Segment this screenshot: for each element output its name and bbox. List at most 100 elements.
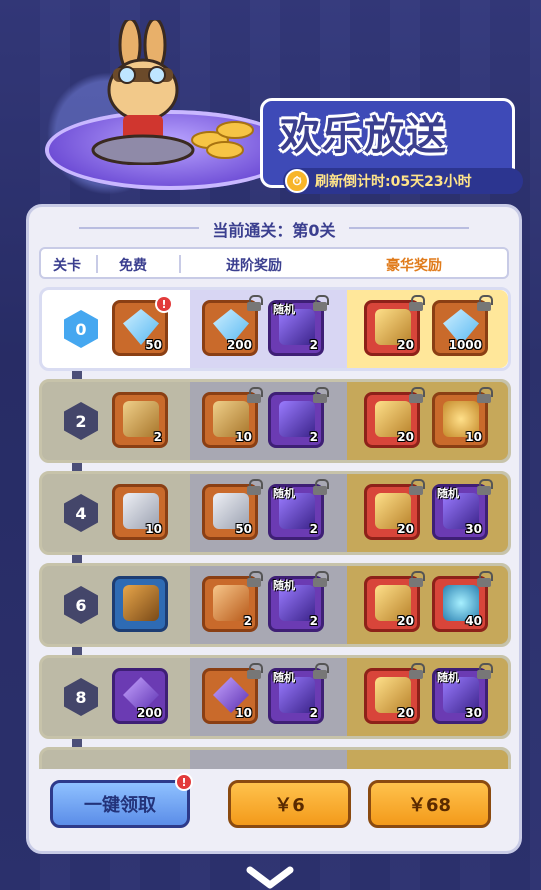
advanced-cell — [190, 750, 350, 769]
stage-badge: 4 — [64, 494, 98, 532]
event-title: 欢乐放送 — [280, 113, 448, 159]
lock-icon — [247, 387, 263, 403]
stage-badge: 6 — [64, 586, 98, 624]
luxury-reward-slot[interactable]: 40 — [432, 571, 493, 632]
lock-icon — [477, 295, 493, 311]
reward-count: 2 — [153, 430, 162, 444]
advanced-reward-slot[interactable]: 2 — [202, 571, 263, 632]
reward-count: 40 — [465, 614, 482, 628]
lock-icon — [409, 479, 425, 495]
advanced-reward-slot[interactable]: 随机 2 — [268, 479, 329, 540]
advanced-reward-slot[interactable]: 50 — [202, 479, 263, 540]
timer-value: 05天23小时 — [390, 174, 472, 190]
reward-count: 2 — [309, 430, 318, 444]
reward-count: 20 — [397, 614, 414, 628]
free-reward-slot[interactable]: 2 — [112, 392, 168, 448]
lock-icon — [313, 295, 329, 311]
random-tag: 随机 — [437, 671, 459, 684]
reward-count: 1000 — [448, 338, 482, 352]
free-reward-slot[interactable]: 10 — [112, 484, 168, 540]
luxury-reward-slot[interactable]: 20 — [364, 571, 425, 632]
reward-count: 10 — [235, 430, 252, 444]
reward-count: 200 — [226, 338, 252, 352]
reward-count: 20 — [397, 522, 414, 536]
luxury-reward-slot[interactable]: 20 — [364, 387, 425, 448]
advanced-reward-slot[interactable]: 10 — [202, 663, 263, 724]
stage-badge: 0 — [64, 310, 98, 348]
lock-icon — [409, 387, 425, 403]
luxury-reward-slot[interactable]: 20 — [364, 479, 425, 540]
advanced-reward-slot[interactable]: 10 — [202, 387, 263, 448]
luxury-reward-slot[interactable]: 20 — [364, 663, 425, 724]
random-tag: 随机 — [273, 303, 295, 316]
random-tag: 随机 — [273, 487, 295, 500]
lock-icon — [247, 479, 263, 495]
stage-badge: 8 — [64, 678, 98, 716]
luxury-reward-slot[interactable]: 10 — [432, 387, 493, 448]
reward-count: 2 — [243, 614, 252, 628]
reward-count: 20 — [397, 706, 414, 720]
random-tag: 随机 — [273, 671, 295, 684]
stage-badge: 2 — [64, 402, 98, 440]
luxury-reward-slot[interactable]: 1000 — [432, 295, 493, 356]
lock-icon — [313, 571, 329, 587]
stage-row: 8 200 10 随机 2 20 随机 30 — [39, 655, 511, 739]
col-luxury: 豪华奖励 — [386, 258, 442, 274]
chevron-down-icon[interactable] — [245, 865, 295, 890]
lock-icon — [477, 387, 493, 403]
reward-panel: 当前通关：第0关 关卡 免费 进阶奖励 豪华奖励 0 50 ! 200 随机 2… — [26, 204, 522, 854]
refresh-timer: ⏱ 刷新倒计时: 05天23小时 — [283, 168, 523, 194]
free-reward-slot[interactable] — [112, 576, 168, 632]
lock-icon — [313, 479, 329, 495]
lock-icon — [409, 295, 425, 311]
lock-icon — [477, 479, 493, 495]
divider — [179, 255, 181, 273]
reward-list[interactable]: 0 50 ! 200 随机 2 20 1000 2 2 10 2 20 10 4… — [39, 287, 511, 769]
lock-icon — [477, 571, 493, 587]
reward-count: 2 — [309, 706, 318, 720]
reward-count: 10 — [465, 430, 482, 444]
advanced-reward-slot[interactable]: 随机 2 — [268, 571, 329, 632]
lock-icon — [477, 663, 493, 679]
stage-row: 0 50 ! 200 随机 2 20 1000 — [39, 287, 511, 371]
clock-icon: ⏱ — [285, 169, 309, 193]
reward-count: 10 — [235, 706, 252, 720]
advanced-reward-slot[interactable]: 2 — [268, 387, 329, 448]
col-stage: 关卡 — [53, 258, 81, 274]
col-advanced: 进阶奖励 — [226, 258, 282, 274]
advanced-reward-slot[interactable]: 随机 2 — [268, 295, 329, 356]
lock-icon — [247, 663, 263, 679]
header: 欢乐放送 ⏱ 刷新倒计时: 05天23小时 — [15, 0, 525, 205]
gold-coins-icon — [191, 121, 254, 159]
free-reward-slot[interactable]: 50 ! — [112, 295, 173, 356]
alert-badge: ! — [155, 295, 173, 313]
reward-count: 20 — [397, 338, 414, 352]
free-reward-slot[interactable]: 200 — [112, 668, 168, 724]
current-progress: 当前通关：第0关 — [212, 221, 336, 240]
stage-row: 4 10 50 随机 2 20 随机 30 — [39, 471, 511, 555]
luxury-reward-slot[interactable]: 20 — [364, 295, 425, 356]
column-header: 关卡 免费 进阶奖励 豪华奖励 — [39, 247, 509, 279]
buy-advanced-button[interactable]: ￥6 — [228, 780, 351, 828]
luxury-reward-slot[interactable]: 随机 30 — [432, 479, 493, 540]
reward-count: 20 — [397, 430, 414, 444]
alert-badge: ! — [175, 773, 193, 791]
timer-label: 刷新倒计时: — [315, 174, 391, 190]
random-tag: 随机 — [273, 579, 295, 592]
col-free: 免费 — [119, 258, 147, 274]
advanced-reward-slot[interactable]: 200 — [202, 295, 263, 356]
advanced-reward-slot[interactable]: 随机 2 — [268, 663, 329, 724]
luxury-reward-slot[interactable]: 随机 30 — [432, 663, 493, 724]
lock-icon — [247, 571, 263, 587]
claim-all-button[interactable]: 一键领取 ! — [50, 773, 193, 828]
random-tag: 随机 — [437, 487, 459, 500]
divider — [96, 255, 98, 273]
buy-luxury-button[interactable]: ￥68 — [368, 780, 491, 828]
claim-all-label: 一键领取 — [84, 795, 156, 816]
reward-count: 30 — [465, 706, 482, 720]
stage-row: 2 2 10 2 20 10 — [39, 379, 511, 463]
reward-count: 50 — [145, 338, 162, 352]
stage-row — [39, 747, 511, 769]
reward-count: 30 — [465, 522, 482, 536]
reward-count: 2 — [309, 522, 318, 536]
